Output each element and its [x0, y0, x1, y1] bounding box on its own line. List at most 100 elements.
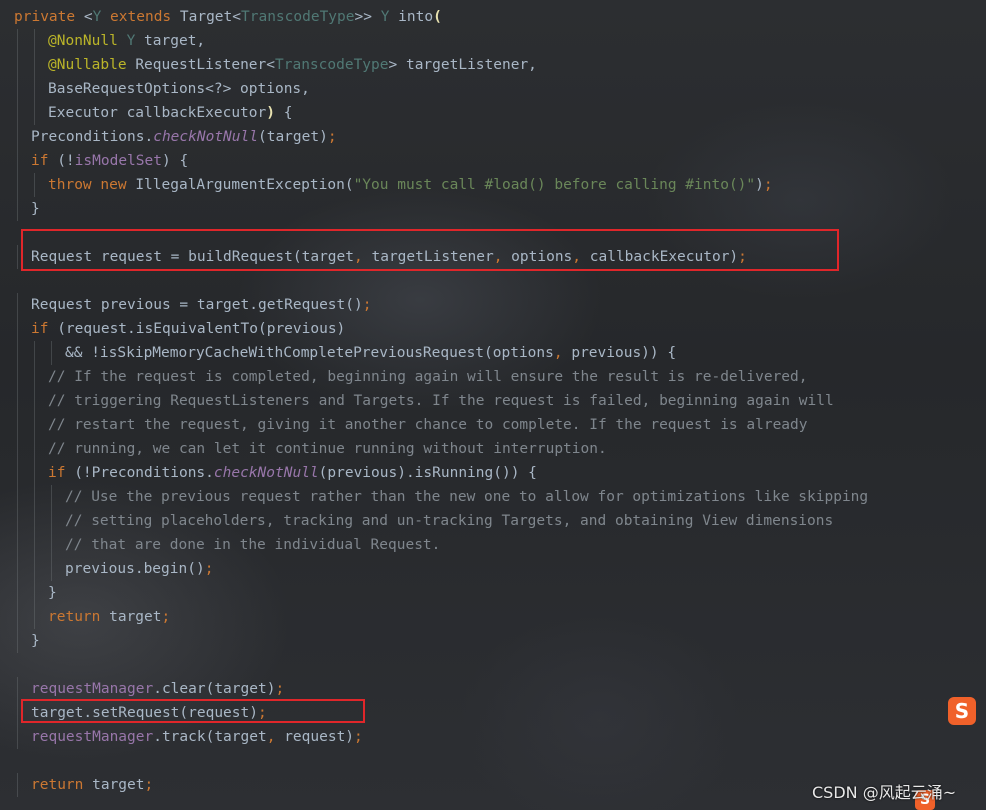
- code-line[interactable]: return target;: [0, 773, 880, 797]
- code-line[interactable]: requestManager.track(target, request);: [0, 725, 880, 749]
- indent-guide: [17, 557, 18, 581]
- code-line[interactable]: }: [0, 581, 880, 605]
- code-token: (request.isEquivalentTo(previous): [57, 321, 346, 337]
- code-token: if: [31, 321, 58, 337]
- code-text: requestManager.track(target, request);: [31, 725, 363, 749]
- indent-guide: [17, 485, 18, 509]
- code-text: }: [31, 629, 40, 653]
- code-text: BaseRequestOptions<?> options,: [48, 77, 310, 101]
- code-token: @NonNull: [48, 33, 127, 49]
- code-line[interactable]: private <Y extends Target<TranscodeType>…: [0, 5, 880, 29]
- code-token: checkNotNull: [213, 465, 319, 481]
- code-token: throw new: [48, 177, 136, 193]
- code-line[interactable]: if (!Preconditions.checkNotNull(previous…: [0, 461, 880, 485]
- indent-guide: [17, 173, 18, 197]
- code-token: TranscodeType: [275, 57, 389, 73]
- code-line[interactable]: Preconditions.checkNotNull(target);: [0, 125, 880, 149]
- code-token: (previous).isRunning()) {: [318, 465, 537, 481]
- code-token: ;: [362, 297, 372, 313]
- indent-guide: [51, 341, 52, 365]
- code-line[interactable]: @NonNull Y target,: [0, 29, 880, 53]
- code-token: TranscodeType: [241, 9, 355, 25]
- code-line[interactable]: Request previous = target.getRequest();: [0, 293, 880, 317]
- indent-guide: [17, 197, 18, 221]
- code-token: return: [31, 777, 93, 793]
- code-token: (!Preconditions.: [74, 465, 214, 481]
- code-line[interactable]: && !isSkipMemoryCacheWithCompletePreviou…: [0, 341, 880, 365]
- code-line[interactable]: BaseRequestOptions<?> options,: [0, 77, 880, 101]
- code-line[interactable]: }: [0, 197, 880, 221]
- indent-guide: [17, 605, 18, 629]
- code-line[interactable]: // If the request is completed, beginnin…: [0, 365, 880, 389]
- code-line[interactable]: // restart the request, giving it anothe…: [0, 413, 880, 437]
- code-token: ,: [266, 729, 285, 745]
- code-text: previous.begin();: [65, 557, 213, 581]
- indent-guide: [34, 389, 35, 413]
- indent-guide: [17, 101, 18, 125]
- indent-guide: [17, 437, 18, 461]
- code-line[interactable]: [0, 749, 880, 773]
- code-line[interactable]: requestManager.clear(target);: [0, 677, 880, 701]
- code-text: return target;: [31, 773, 153, 797]
- code-line[interactable]: if (!isModelSet) {: [0, 149, 880, 173]
- code-line[interactable]: [0, 653, 880, 677]
- code-token: Y: [126, 33, 136, 49]
- code-token: Preconditions.: [31, 129, 154, 145]
- indent-guide: [17, 293, 18, 317]
- code-text: }: [31, 197, 40, 221]
- code-line[interactable]: }: [0, 629, 880, 653]
- code-token: Target<: [179, 9, 241, 25]
- indent-guide: [34, 413, 35, 437]
- code-token: RequestListener<: [135, 57, 275, 73]
- code-editor[interactable]: private <Y extends Target<TranscodeType>…: [0, 0, 986, 810]
- code-line[interactable]: // setting placeholders, tracking and un…: [0, 509, 880, 533]
- indent-guide: [34, 101, 35, 125]
- indent-guide: [17, 701, 18, 725]
- code-token: Y: [92, 9, 102, 25]
- indent-guide: [34, 533, 35, 557]
- code-line[interactable]: return target;: [0, 605, 880, 629]
- code-area[interactable]: private <Y extends Target<TranscodeType>…: [0, 5, 880, 797]
- code-text: }: [48, 581, 57, 605]
- code-text: throw new IllegalArgumentException("You …: [48, 173, 773, 197]
- indent-guide: [34, 53, 35, 77]
- code-line[interactable]: Executor callbackExecutor) {: [0, 101, 880, 125]
- code-text: if (request.isEquivalentTo(previous): [31, 317, 345, 341]
- indent-guide: [17, 581, 18, 605]
- code-token: requestManager: [31, 681, 154, 697]
- indent-guide: [17, 773, 18, 797]
- code-text: requestManager.clear(target);: [31, 677, 284, 701]
- code-line[interactable]: // that are done in the individual Reque…: [0, 533, 880, 557]
- indent-guide: [17, 245, 18, 269]
- code-token: ;: [354, 729, 363, 745]
- code-line[interactable]: // running, we can let it continue runni…: [0, 437, 880, 461]
- code-text: Request previous = target.getRequest();: [31, 293, 371, 317]
- code-text: // Use the previous request rather than …: [65, 485, 868, 509]
- code-line[interactable]: previous.begin();: [0, 557, 880, 581]
- code-line[interactable]: [0, 269, 880, 293]
- indent-guide: [34, 461, 35, 485]
- code-line[interactable]: // Use the previous request rather than …: [0, 485, 880, 509]
- code-token: extends: [101, 9, 180, 25]
- indent-guide: [17, 365, 18, 389]
- code-token: ;: [161, 609, 171, 625]
- code-line[interactable]: // triggering RequestListeners and Targe…: [0, 389, 880, 413]
- indent-guide: [17, 533, 18, 557]
- code-line[interactable]: throw new IllegalArgumentException("You …: [0, 173, 880, 197]
- indent-guide: [17, 461, 18, 485]
- code-line[interactable]: @Nullable RequestListener<TranscodeType>…: [0, 53, 880, 77]
- indent-guide: [34, 605, 35, 629]
- sogou-ime-icon[interactable]: S: [948, 697, 976, 725]
- code-text: if (!Preconditions.checkNotNull(previous…: [48, 461, 537, 485]
- code-token: (!: [57, 153, 75, 169]
- code-token: ): [755, 177, 764, 193]
- code-token: >>: [354, 9, 381, 25]
- code-text: return target;: [48, 605, 170, 629]
- code-token: target,: [135, 33, 206, 49]
- indent-guide: [17, 341, 18, 365]
- code-line[interactable]: if (request.isEquivalentTo(previous): [0, 317, 880, 341]
- code-token: requestManager: [31, 729, 154, 745]
- code-text: if (!isModelSet) {: [31, 149, 188, 173]
- code-token: }: [31, 201, 40, 217]
- indent-guide: [51, 557, 52, 581]
